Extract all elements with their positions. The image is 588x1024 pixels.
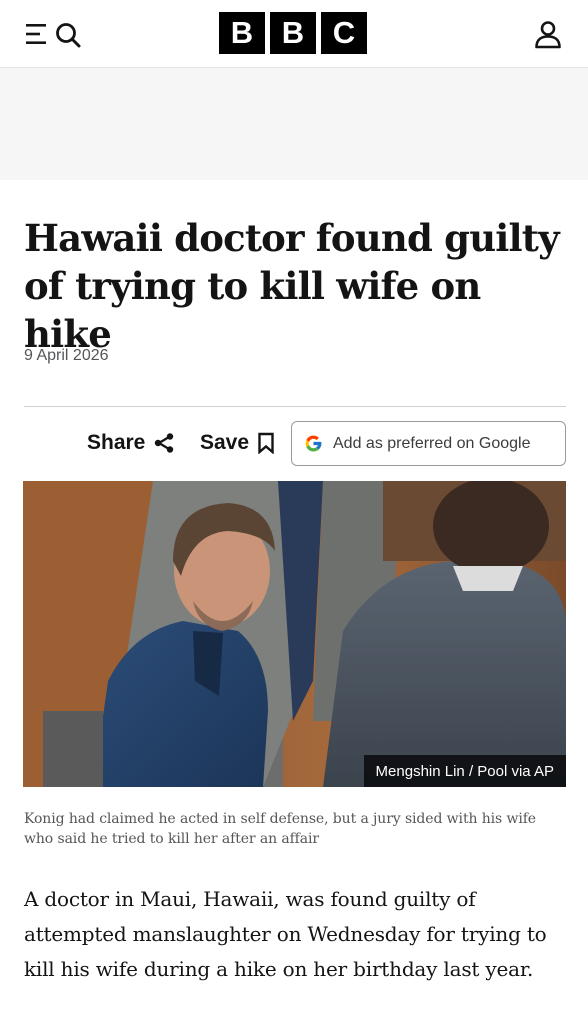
courtroom-photo-illustration — [23, 481, 566, 787]
save-button[interactable]: Save — [200, 429, 275, 457]
logo-letter-3: C — [321, 12, 367, 54]
article-headline: Hawaii doctor found guilty of trying to … — [24, 216, 560, 356]
logo-letter-1: B — [219, 12, 265, 54]
account-icon — [535, 21, 561, 49]
advertisement-placeholder — [0, 68, 588, 180]
add-preferred-google-button[interactable]: Add as preferred on Google — [291, 421, 566, 466]
save-label: Save — [200, 431, 250, 454]
divider — [24, 406, 566, 407]
article-body-paragraph: A doctor in Maui, Hawaii, was found guil… — [24, 887, 547, 981]
google-g-icon — [305, 435, 322, 452]
bookmark-icon — [258, 432, 274, 454]
bbc-logo[interactable]: B B C — [219, 12, 367, 54]
share-icon — [155, 433, 174, 453]
logo-letter-2: B — [270, 12, 316, 54]
article-photo: Mengshin Lin / Pool via AP — [23, 481, 566, 787]
photo-caption: Konig had claimed he acted in self defen… — [24, 811, 536, 847]
top-navigation-bar: B B C — [0, 0, 588, 68]
share-label: Share — [87, 431, 146, 454]
share-button[interactable]: Share — [87, 429, 175, 457]
account-button[interactable] — [530, 16, 566, 52]
photo-credit: Mengshin Lin / Pool via AP — [363, 755, 566, 787]
menu-search-icon — [26, 23, 81, 48]
menu-search-button[interactable] — [24, 18, 84, 50]
article-date: 9 April 2026 — [24, 347, 109, 364]
google-button-label: Add as preferred on Google — [333, 434, 531, 452]
